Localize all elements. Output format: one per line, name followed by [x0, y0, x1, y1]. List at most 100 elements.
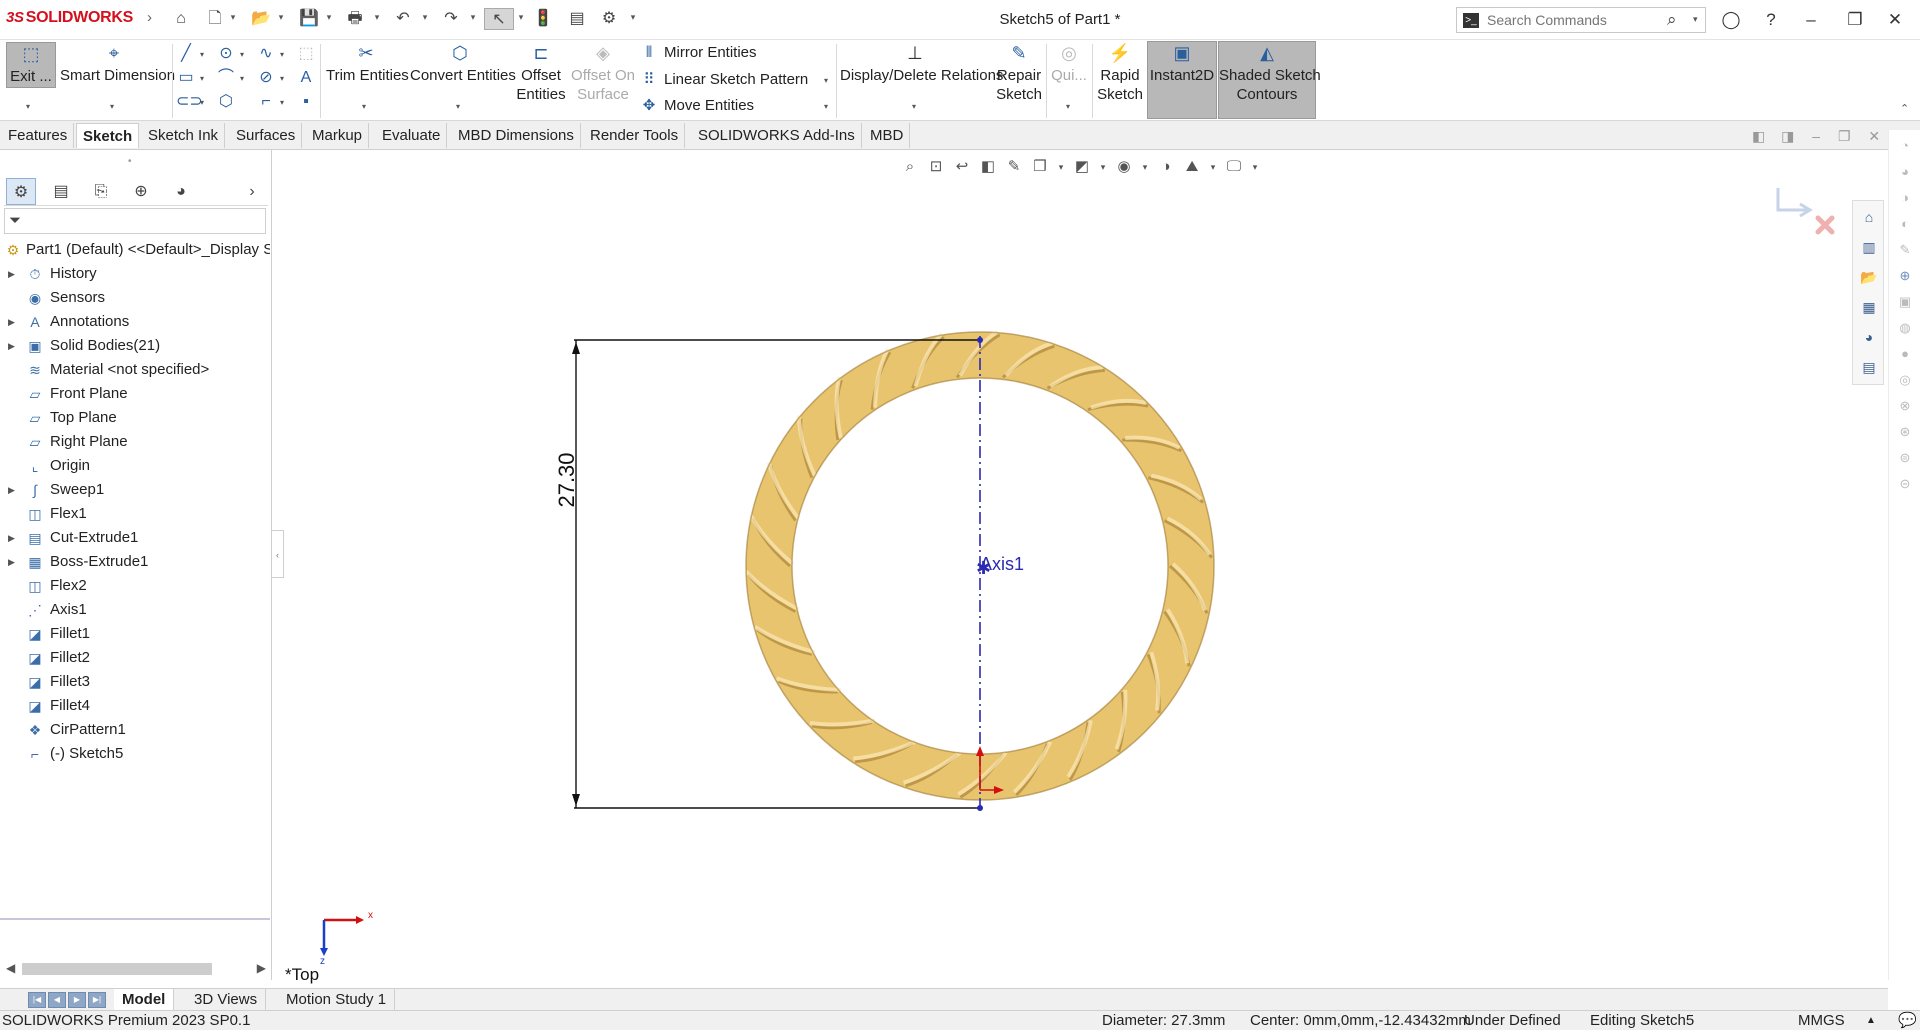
chamfer-icon[interactable]: ⌐	[256, 92, 276, 112]
tree-item[interactable]: ◪ Fillet3	[0, 670, 272, 694]
home-icon[interactable]: ⌂	[170, 8, 192, 30]
property-manager-tab-icon[interactable]: ▤	[46, 178, 76, 205]
smart-dimension-dropdown-icon[interactable]: ▾	[110, 102, 114, 111]
tree-rollback-bar[interactable]	[0, 918, 270, 920]
tool-6-icon[interactable]: ⊕	[1895, 266, 1915, 286]
view-settings-dropdown-icon[interactable]: ▾	[1250, 156, 1260, 178]
collapse-ribbon-icon[interactable]: ⌃	[1900, 102, 1909, 115]
help-icon[interactable]: ?	[1756, 6, 1786, 34]
undo-dropdown-icon[interactable]: ▾	[420, 12, 430, 22]
tab-model[interactable]: Model	[114, 989, 175, 1011]
mirror-entities-button[interactable]: ⫴ Mirror Entities	[640, 44, 757, 61]
instant2d-button[interactable]: ▣ Instant2D	[1147, 41, 1217, 119]
select-cursor-icon[interactable]: ↖	[484, 8, 514, 30]
chat-icon[interactable]: 💬	[1898, 1011, 1917, 1030]
arc-dropdown-icon[interactable]: ▾	[240, 74, 244, 83]
axis-top-point[interactable]	[977, 337, 983, 343]
scroll-left-icon[interactable]: ◀	[6, 961, 15, 975]
rapid-sketch-button[interactable]: ⚡ Rapid Sketch	[1096, 42, 1144, 108]
tree-item[interactable]: ▶ A Annotations	[0, 310, 272, 334]
relations-dropdown-icon[interactable]: ▾	[912, 102, 916, 111]
tool-9-icon[interactable]: ●	[1895, 344, 1915, 364]
options-dropdown-icon[interactable]: ▾	[628, 12, 638, 22]
tree-item[interactable]: ▶ ∫ Sweep1	[0, 478, 272, 502]
pattern-dropdown-icon[interactable]: ▾	[824, 76, 828, 85]
tree-root-part[interactable]: ⚙ Part1 (Default) <<Default>_Display S	[0, 238, 272, 262]
previous-view-icon[interactable]: ↩	[952, 156, 972, 178]
expand-arrow-icon[interactable]: ▶	[8, 262, 15, 286]
units-selector[interactable]: MMGS	[1798, 1011, 1845, 1030]
view-settings-icon[interactable]: 🖵	[1224, 156, 1244, 178]
shaded-sketch-contours-button[interactable]: ◭ Shaded Sketch Contours	[1218, 41, 1321, 119]
tool-1-icon[interactable]: ◔	[1895, 136, 1915, 156]
file-properties-icon[interactable]: ▤	[566, 8, 588, 30]
tree-item[interactable]: ◫ Flex1	[0, 502, 272, 526]
search-commands-box[interactable]: >_ ⌕ ▾	[1456, 7, 1706, 33]
repair-sketch-button[interactable]: ✎ Repair Sketch	[994, 42, 1044, 108]
appearances-icon[interactable]: ◕	[1859, 327, 1879, 347]
tab-sketch-ink[interactable]: Sketch Ink	[142, 123, 226, 148]
view-palette-icon[interactable]: ▦	[1859, 297, 1879, 317]
tree-item[interactable]: ❖ CirPattern1	[0, 718, 272, 742]
smart-dimension-button[interactable]: ⌖ Smart Dimension	[60, 42, 175, 88]
scroll-right-icon[interactable]: ▶	[257, 961, 266, 975]
units-dropdown-icon[interactable]: ▲	[1866, 1011, 1876, 1030]
expand-arrow-icon[interactable]: ▶	[8, 334, 15, 358]
point-icon[interactable]: ▪	[296, 92, 316, 112]
tree-item[interactable]: ◪ Fillet2	[0, 646, 272, 670]
tree-item[interactable]: ◉ Sensors	[0, 286, 272, 310]
section-view-icon[interactable]: ◧	[978, 156, 998, 178]
move-entities-button[interactable]: ✥ Move Entities	[640, 96, 754, 114]
feature-manager-tab-icon[interactable]: ⚙	[6, 178, 36, 205]
tab-render-tools[interactable]: Render Tools	[584, 123, 686, 148]
tool-8-icon[interactable]: ◍	[1895, 318, 1915, 338]
offset-entities-button[interactable]: ⊏ Offset Entities	[514, 42, 568, 108]
tree-item[interactable]: ▶ ▦ Boss-Extrude1	[0, 550, 272, 574]
dynamic-annotation-icon[interactable]: ✎	[1004, 156, 1024, 178]
tool-11-icon[interactable]: ⊗	[1895, 396, 1915, 416]
custom-properties-icon[interactable]: ▤	[1859, 357, 1879, 377]
display-style-icon[interactable]: ◩	[1072, 156, 1092, 178]
redo-dropdown-icon[interactable]: ▾	[468, 12, 478, 22]
tab-motion-study-1[interactable]: Motion Study 1	[278, 989, 396, 1011]
search-icon[interactable]: ⌕	[1667, 10, 1677, 30]
tree-filter-box[interactable]: ⏷	[4, 208, 266, 234]
spline-dropdown-icon[interactable]: ▾	[280, 50, 284, 59]
save-icon[interactable]: 💾	[298, 8, 320, 30]
tree-item[interactable]: ⌞ Origin	[0, 454, 272, 478]
tab-mbd-dimensions[interactable]: MBD Dimensions	[452, 123, 581, 148]
axis-bottom-point[interactable]	[977, 805, 983, 811]
axis1-label[interactable]: Axis1	[980, 554, 1024, 574]
tree-item[interactable]: ≋ Material <not specified>	[0, 358, 272, 382]
display-style-dropdown-icon[interactable]: ▾	[1098, 156, 1108, 178]
minimize-icon[interactable]: –	[1796, 6, 1826, 34]
expand-arrow-icon[interactable]: ▶	[8, 310, 15, 334]
panel-grip-icon[interactable]: •	[128, 156, 132, 167]
doc-tile-right-icon[interactable]: ◨	[1781, 128, 1794, 144]
graphics-canvas[interactable]: 27.30 ✱ Axis1	[284, 150, 1888, 980]
move-dropdown-icon[interactable]: ▾	[824, 102, 828, 111]
horizontal-scrollbar[interactable]: ◀ ▶	[4, 961, 268, 977]
solidworks-resources-home-icon[interactable]: ⌂	[1859, 207, 1879, 227]
new-document-icon[interactable]: 🗋	[204, 8, 226, 30]
tab-features[interactable]: Features	[2, 123, 75, 148]
close-icon[interactable]: ✕	[1880, 6, 1910, 34]
rectangle-dropdown-icon[interactable]: ▾	[200, 74, 204, 83]
cancel-sketch-x-icon[interactable]	[1815, 215, 1835, 235]
tree-item[interactable]: ▶ ▣ Solid Bodies(21)	[0, 334, 272, 358]
view-orientation-dropdown-icon[interactable]: ▾	[1056, 156, 1066, 178]
doc-restore-icon[interactable]: ❐	[1838, 128, 1851, 144]
convert-entities-button[interactable]: ⬡ Convert Entities	[410, 42, 516, 88]
tree-item[interactable]: ▱ Front Plane	[0, 382, 272, 406]
search-dropdown-icon[interactable]: ▾	[1693, 14, 1698, 25]
chamfer-dropdown-icon[interactable]: ▾	[280, 98, 284, 107]
display-manager-tab-icon[interactable]: ◕	[166, 178, 196, 205]
menu-arrow-icon[interactable]: ›	[147, 9, 152, 26]
display-delete-relations-button[interactable]: ⊥ Display/Delete Relations	[840, 42, 1003, 88]
tool-7-icon[interactable]: ▣	[1895, 292, 1915, 312]
panel-collapse-handle[interactable]: ‹	[272, 530, 284, 578]
tab-markup[interactable]: Markup	[306, 123, 370, 148]
open-dropdown-icon[interactable]: ▾	[276, 12, 286, 22]
rebuild-icon[interactable]: 🚦	[532, 8, 554, 30]
scroll-thumb[interactable]	[22, 963, 212, 975]
